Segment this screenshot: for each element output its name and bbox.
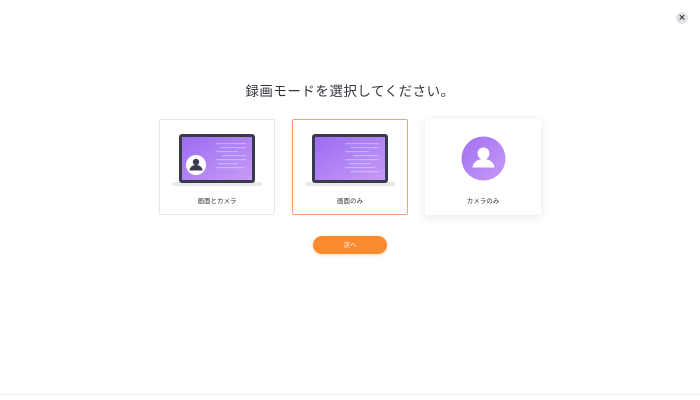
recording-mode-dialog: × 録画モードを選択してください。 画面とカメラ 画面のみ カメラのみ 次へ [0,0,700,395]
mode-label-screen-and-camera: 画面とカメラ [197,197,237,205]
close-icon: × [678,13,686,23]
dialog-title: 録画モードを選択してください。 [245,84,455,100]
mode-label-screen-only: 画面のみ [337,197,363,205]
mode-card-screen-only[interactable]: 画面のみ [292,119,408,215]
next-button[interactable]: 次へ [313,236,387,254]
laptop-icon [305,134,395,186]
mode-label-camera-only: カメラのみ [466,197,500,205]
mode-card-screen-and-camera[interactable]: 画面とカメラ [159,119,275,215]
mode-card-camera-only[interactable]: カメラのみ [425,119,541,215]
camera-avatar-icon [461,136,506,181]
close-button[interactable]: × [676,12,688,24]
laptop-with-camera-icon [172,134,262,186]
